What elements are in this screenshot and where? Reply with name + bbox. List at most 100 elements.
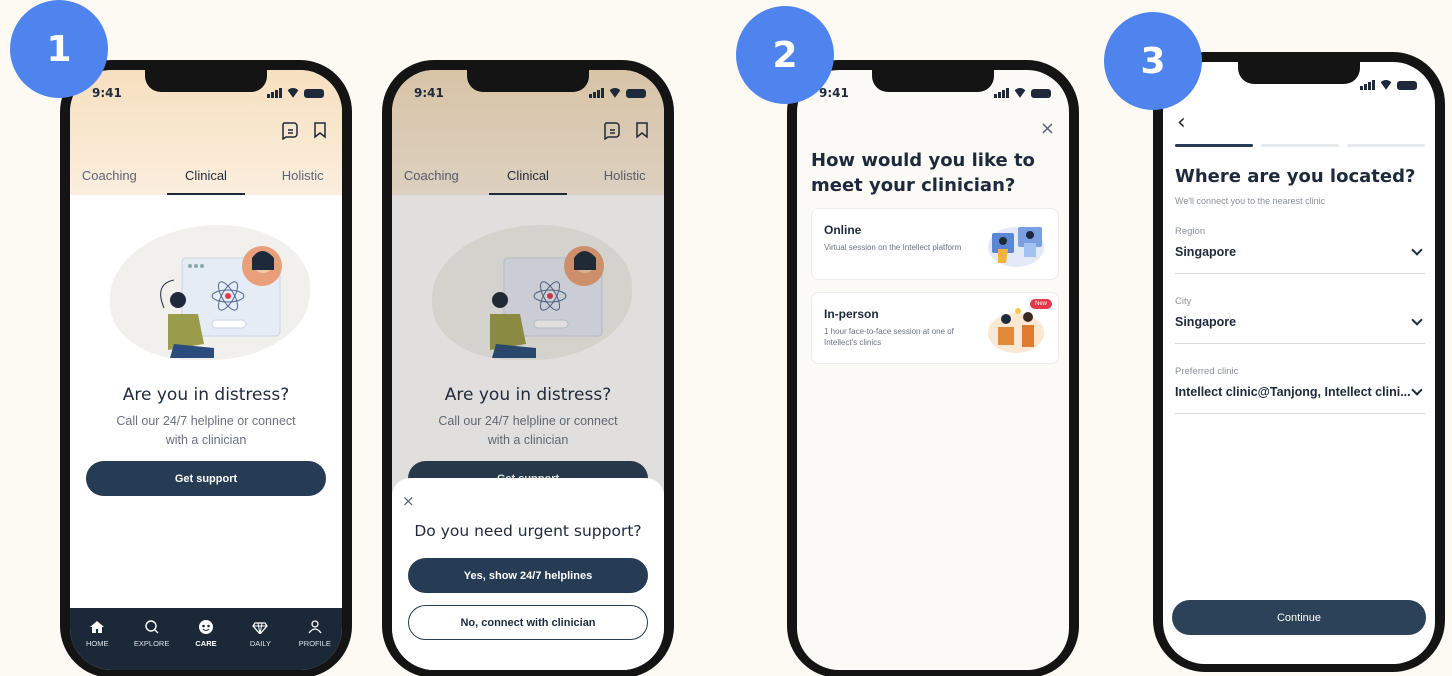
wifi-icon — [1013, 88, 1027, 98]
tab-holistic[interactable]: Holistic — [263, 168, 342, 195]
wifi-icon — [286, 88, 300, 98]
location-title: Where are you located? — [1175, 166, 1416, 187]
phone-meet-screen: 9:41 × How would you like to meet your c… — [787, 60, 1079, 676]
notch — [1238, 62, 1360, 84]
search-icon — [144, 620, 159, 634]
option-in-person-card[interactable]: In-person 1 hour face-to-face session at… — [811, 292, 1059, 364]
status-icons — [267, 88, 324, 98]
notch — [872, 70, 994, 92]
care-screen: 9:41 Coaching Clinical Holistic Are you … — [70, 70, 342, 670]
urgent-support-sheet: × Do you need urgent support? Yes, show … — [392, 478, 664, 670]
field-label: City — [1175, 296, 1192, 307]
signal-icon — [267, 88, 282, 98]
home-icon — [90, 621, 105, 633]
battery-icon — [626, 88, 646, 98]
chat-icon[interactable] — [280, 120, 300, 140]
distress-subtitle: Call our 24/7 helpline or connect with a… — [116, 414, 296, 447]
signal-icon — [589, 88, 604, 98]
field-label: Preferred clinic — [1175, 366, 1239, 377]
wifi-icon — [1379, 80, 1393, 90]
progress-step-2 — [1261, 144, 1339, 147]
status-time: 9:41 — [414, 86, 444, 100]
option-title: In-person — [824, 307, 879, 321]
phone-location-screen: 1 ‹ Where are you located? We'll connect… — [1153, 52, 1445, 672]
location-subtitle: We'll connect you to the nearest clinic — [1175, 196, 1326, 206]
nav-label: PROFILE — [298, 639, 331, 648]
field-value: Intellect clinic@Tanjong, Intellect clin… — [1175, 385, 1411, 399]
diamond-icon — [252, 622, 269, 634]
nav-daily[interactable]: DAILY — [233, 620, 287, 670]
chevron-down-icon — [1411, 384, 1423, 396]
status-icons — [994, 88, 1051, 98]
option-online-card[interactable]: Online Virtual session on the Intellect … — [811, 208, 1059, 280]
tab-coaching[interactable]: Coaching — [70, 168, 149, 195]
back-chevron-icon[interactable]: ‹ — [1177, 110, 1186, 135]
get-support-button[interactable]: Get support — [86, 461, 326, 496]
wifi-icon — [608, 88, 622, 98]
profile-icon — [308, 620, 322, 634]
care-tabs: Coaching Clinical Holistic — [70, 168, 342, 195]
location-screen: 1 ‹ Where are you located? We'll connect… — [1163, 62, 1435, 664]
bookmark-icon[interactable] — [310, 120, 330, 140]
nav-label: CARE — [195, 639, 217, 648]
clinician-illustration — [160, 246, 282, 358]
header-actions — [280, 120, 330, 140]
progress-step-3 — [1347, 144, 1425, 147]
phone-care-screen: 9:41 Coaching Clinical Holistic Are you … — [60, 60, 352, 676]
signal-icon — [994, 88, 1009, 98]
nav-explore[interactable]: EXPLORE — [124, 620, 178, 670]
step-badge-1: 1 — [10, 0, 108, 98]
tab-clinical[interactable]: Clinical — [166, 168, 246, 195]
nav-profile[interactable]: PROFILE — [288, 620, 342, 670]
in-person-illustration — [988, 308, 1044, 353]
status-icons — [589, 88, 646, 98]
urgent-screen: 9:41 Coaching Clinical Holistic Are you … — [392, 70, 664, 670]
field-value: Singapore — [1175, 245, 1237, 259]
notch — [467, 70, 589, 92]
status-icons — [1360, 80, 1417, 90]
status-time: 9:41 — [819, 86, 849, 100]
connect-clinician-button[interactable]: No, connect with clinician — [408, 605, 648, 640]
close-icon[interactable]: × — [1040, 118, 1055, 139]
care-icon — [199, 620, 214, 634]
field-value-row: Singapore — [1175, 314, 1425, 329]
field-value-row: Intellect clinic@Tanjong, Intellect clin… — [1175, 384, 1425, 399]
status-time: 9:41 — [92, 86, 122, 100]
show-helplines-button[interactable]: Yes, show 24/7 helplines — [408, 558, 648, 593]
phone-urgent-sheet: 9:41 Coaching Clinical Holistic Are you … — [382, 60, 674, 676]
option-title: Online — [824, 223, 862, 237]
continue-button[interactable]: Continue — [1172, 600, 1426, 635]
notch — [145, 70, 267, 92]
bottom-nav: HOME EXPLORE CARE DAILY PROFILE — [70, 608, 342, 670]
option-description: 1 hour face-to-face session at one of In… — [824, 327, 954, 347]
distress-title: Are you in distress? — [122, 385, 290, 405]
nav-home[interactable]: HOME — [70, 620, 124, 670]
close-icon[interactable]: × — [402, 492, 415, 510]
chevron-down-icon — [1411, 244, 1423, 256]
chevron-down-icon — [1411, 314, 1423, 326]
region-select[interactable]: Region Singapore — [1175, 226, 1425, 274]
field-label: Region — [1175, 226, 1206, 237]
preferred-clinic-select[interactable]: Preferred clinic Intellect clinic@Tanjon… — [1175, 366, 1425, 414]
city-select[interactable]: City Singapore — [1175, 296, 1425, 344]
progress-step-1 — [1175, 144, 1253, 147]
nav-label: DAILY — [249, 639, 271, 648]
signal-icon — [1360, 80, 1375, 90]
new-badge: New — [1029, 299, 1052, 309]
video-call-illustration — [988, 227, 1044, 267]
option-description: Virtual session on the Intellect platfor… — [824, 243, 962, 252]
battery-icon — [304, 88, 324, 98]
nav-care[interactable]: CARE — [179, 620, 233, 670]
step-badge-2: 2 — [736, 6, 834, 104]
nav-label: HOME — [85, 639, 109, 648]
meet-screen: 9:41 × How would you like to meet your c… — [797, 70, 1069, 670]
nav-label: EXPLORE — [133, 639, 170, 648]
field-value: Singapore — [1175, 315, 1237, 329]
battery-icon — [1031, 88, 1051, 98]
sheet-title: Do you need urgent support? — [414, 522, 642, 540]
meet-title: How would you like to meet your clinicia… — [811, 150, 1035, 196]
field-value-row: Singapore — [1175, 244, 1425, 259]
step-progress — [1175, 144, 1425, 147]
step-badge-3: 3 — [1104, 12, 1202, 110]
battery-icon — [1397, 80, 1417, 90]
